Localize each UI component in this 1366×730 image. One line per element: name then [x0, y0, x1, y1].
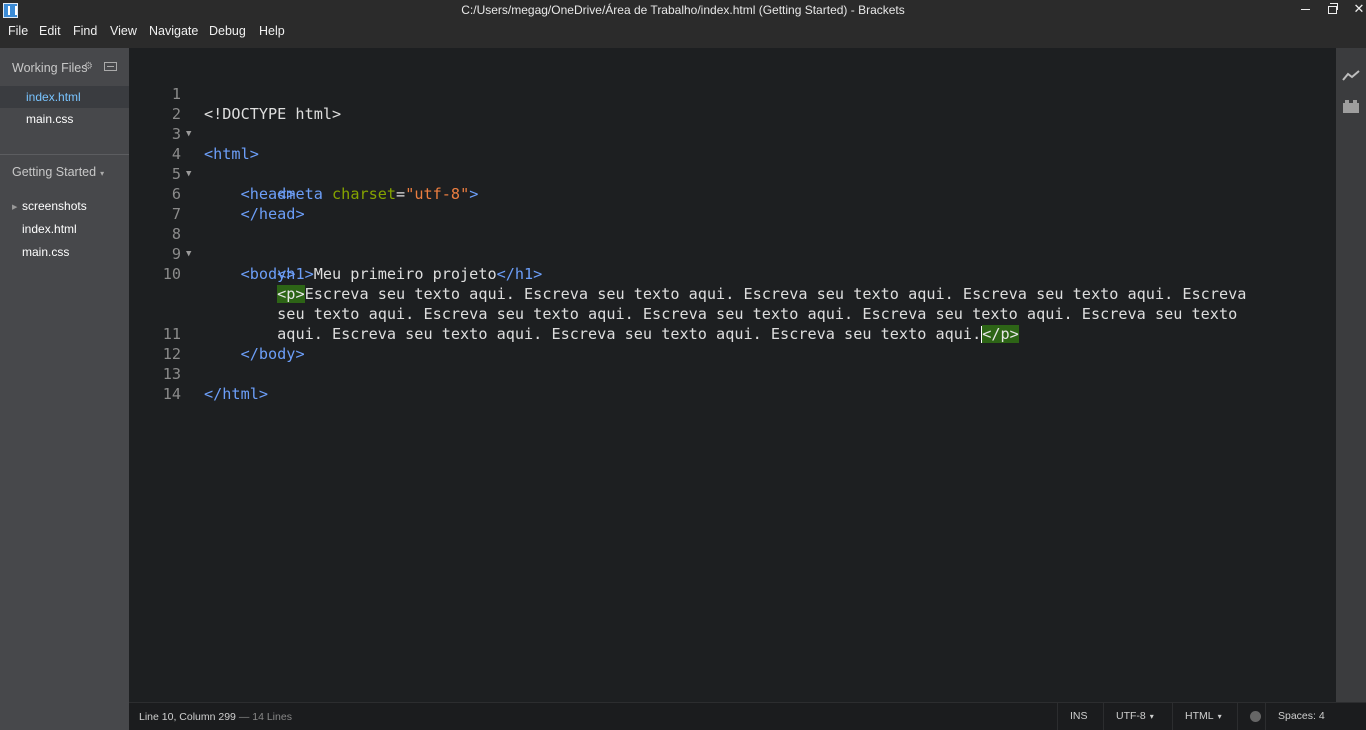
- menu-bar: File Edit Find View Navigate Debug Help: [0, 20, 1366, 48]
- code-line: 9 <h1>Meu primeiro projeto</h1>: [129, 224, 1336, 283]
- sidebar: Working Files ⚙ index.html main.css Gett…: [0, 48, 129, 730]
- chevron-down-icon: ▾: [100, 169, 105, 178]
- status-bar: Line 10, Column 299 — 14 Lines INS UTF-8…: [129, 702, 1366, 730]
- code-line: 2 ▼ <html>: [129, 84, 1336, 163]
- code-area[interactable]: 1 <!DOCTYPE html> 2 ▼ <html> 3 4 ▼ <head…: [129, 64, 1336, 403]
- encoding-select[interactable]: UTF-8 ▾: [1103, 703, 1166, 730]
- project-name: Getting Started: [12, 165, 97, 179]
- code-line: 4 ▼ <head>: [129, 124, 1336, 203]
- restore-icon: [1327, 2, 1338, 14]
- minimize-button[interactable]: [1292, 0, 1318, 20]
- code-line: 8 ▼ <body>: [129, 204, 1336, 283]
- code-line: 7: [129, 184, 1336, 223]
- working-file-index-html[interactable]: index.html: [0, 86, 129, 108]
- code-editor[interactable]: 1 <!DOCTYPE html> 2 ▼ <html> 3 4 ▼ <head…: [129, 48, 1336, 702]
- code-line: 3: [129, 104, 1336, 143]
- language-label: HTML: [1185, 710, 1214, 722]
- live-preview-icon[interactable]: [1342, 68, 1360, 84]
- cursor-position[interactable]: Line 10, Column 299 — 14 Lines: [139, 711, 292, 723]
- menu-find[interactable]: Find: [73, 24, 97, 38]
- close-button[interactable]: ✕: [1346, 0, 1366, 20]
- close-icon: ✕: [1353, 1, 1365, 16]
- code-line-wrapped: seu texto aqui. Escreva seu texto aqui. …: [129, 264, 1336, 323]
- minimize-icon: [1300, 9, 1310, 11]
- menu-edit[interactable]: Edit: [39, 24, 61, 38]
- menu-navigate[interactable]: Navigate: [149, 24, 198, 38]
- code-line-wrapped: aqui. Escreva seu texto aqui. Escreva se…: [129, 284, 1336, 343]
- code-line: 1 <!DOCTYPE html>: [129, 64, 1336, 123]
- indent-settings[interactable]: Spaces: 4: [1265, 703, 1337, 730]
- chevron-down-icon: ▾: [1217, 712, 1222, 721]
- code-line: 12: [129, 324, 1336, 363]
- gear-icon[interactable]: ⚙: [84, 61, 93, 72]
- split-view-icon[interactable]: [104, 62, 117, 71]
- menu-debug[interactable]: Debug: [209, 24, 246, 38]
- working-file-main-css[interactable]: main.css: [0, 108, 129, 130]
- code-text: </html>: [204, 384, 268, 404]
- restore-button[interactable]: [1319, 0, 1345, 20]
- window-title: C:/Users/megag/OneDrive/Área de Trabalho…: [461, 3, 905, 17]
- code-line: 14: [129, 364, 1336, 403]
- language-select[interactable]: HTML ▾: [1172, 703, 1234, 730]
- line-number: 14: [162, 385, 181, 403]
- right-toolbar: [1336, 48, 1366, 730]
- chevron-down-icon: ▾: [1149, 712, 1154, 721]
- tree-folder-screenshots[interactable]: screenshots: [22, 199, 87, 213]
- linter-status-icon: [1250, 710, 1261, 722]
- tree-file-main-css[interactable]: main.css: [22, 245, 69, 259]
- menu-file[interactable]: File: [8, 24, 28, 38]
- menu-view[interactable]: View: [110, 24, 137, 38]
- sidebar-divider: [0, 154, 129, 155]
- project-dropdown[interactable]: Getting Started ▾: [12, 165, 104, 179]
- code-line: 10 <p>Escreva seu texto aqui. Escreva se…: [129, 244, 1336, 303]
- menu-help[interactable]: Help: [259, 24, 285, 38]
- line-count: — 14 Lines: [235, 711, 292, 723]
- cursor-position-text: Line 10, Column 299: [139, 711, 236, 723]
- title-bar: C:/Users/megag/OneDrive/Área de Trabalho…: [0, 0, 1366, 20]
- tree-file-index-html[interactable]: index.html: [22, 222, 77, 236]
- extension-manager-icon[interactable]: [1342, 98, 1360, 114]
- code-line: 13 </html>: [129, 344, 1336, 403]
- encoding-label: UTF-8: [1116, 710, 1146, 722]
- insert-mode-toggle[interactable]: INS: [1057, 703, 1100, 730]
- folder-expand-arrow-icon[interactable]: ▶: [12, 203, 17, 211]
- working-files-header: Working Files: [12, 61, 88, 75]
- code-line: 5 <meta charset="utf-8">: [129, 144, 1336, 203]
- code-line: 6 </head>: [129, 164, 1336, 223]
- tag-html-close: </html>: [204, 385, 269, 403]
- code-line: 11 </body>: [129, 304, 1336, 363]
